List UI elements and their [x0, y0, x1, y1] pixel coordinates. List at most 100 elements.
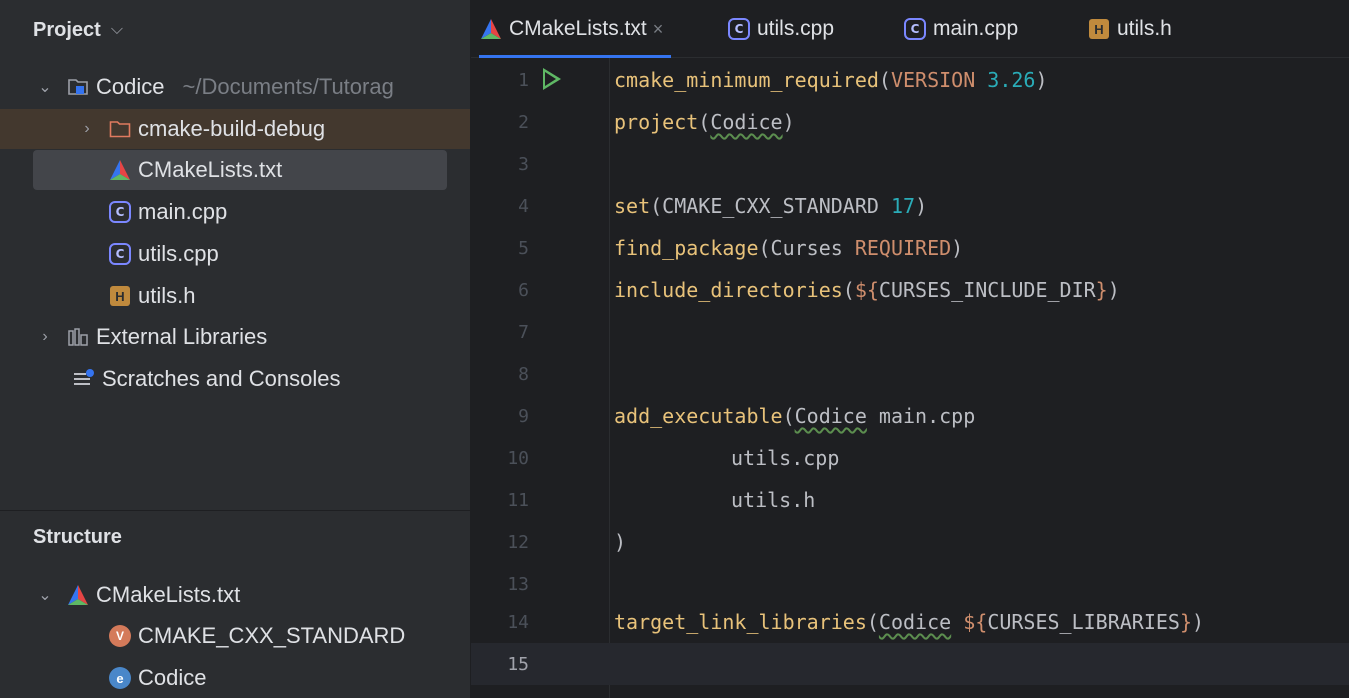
code-line[interactable]: 5 find_package(Curses REQUIRED): [471, 227, 1349, 269]
header-file-icon: H: [108, 284, 132, 308]
structure-item-label: Codice: [138, 665, 207, 690]
cmake-icon: [479, 17, 503, 41]
header-file-icon: H: [1087, 17, 1111, 41]
tab-label: CMakeLists.txt: [509, 17, 647, 40]
line-number: 7: [518, 321, 529, 343]
code-text: add_executable(Codice main.cpp: [614, 404, 976, 428]
tree-item-main-cpp[interactable]: C main.cpp: [0, 192, 470, 232]
tree-item-label: CMakeLists.txt: [138, 157, 283, 182]
line-number: 4: [518, 195, 529, 217]
code-line[interactable]: 13: [471, 563, 1349, 605]
close-icon[interactable]: ×: [653, 19, 664, 40]
tab-utils-h[interactable]: H utils.h: [1087, 0, 1172, 58]
structure-item-cmakelists[interactable]: ⌄ CMakeLists.txt: [0, 575, 470, 615]
code-text: target_link_libraries(Codice ${CURSES_LI…: [614, 610, 1205, 634]
line-number: 2: [518, 111, 529, 133]
variable-icon: V: [108, 624, 132, 648]
tree-item-cmakelists[interactable]: CMakeLists.txt: [0, 150, 470, 190]
chevron-right-icon[interactable]: ›: [78, 120, 96, 138]
code-text: ): [614, 530, 627, 554]
folder-icon: [108, 117, 132, 141]
code-line[interactable]: 11 utils.h: [471, 479, 1349, 521]
code-line[interactable]: 4 set(CMAKE_CXX_STANDARD 17): [471, 185, 1349, 227]
code-text: cmake_minimum_required(VERSION 3.26): [614, 68, 1048, 92]
code-line[interactable]: 3: [471, 143, 1349, 185]
code-line-current[interactable]: 15: [471, 643, 1349, 685]
code-line[interactable]: 8: [471, 353, 1349, 395]
code-line[interactable]: 6 include_directories(${CURSES_INCLUDE_D…: [471, 269, 1349, 311]
line-number: 8: [518, 363, 529, 385]
project-panel-title: Project: [33, 18, 101, 41]
project-tool-window: Project ⌵ ⌄ Codice ~/Documents/Tutorag ›…: [0, 0, 471, 698]
line-number: 13: [507, 573, 529, 595]
cmake-icon: [108, 158, 132, 182]
structure-panel-title: Structure: [33, 525, 122, 548]
scratches-icon: [72, 367, 96, 391]
tree-item-codice[interactable]: ⌄ Codice ~/Documents/Tutorag: [0, 67, 470, 107]
line-number: 10: [507, 447, 529, 469]
line-number: 15: [507, 653, 529, 675]
tree-item-label: cmake-build-debug: [138, 116, 326, 141]
line-number: 3: [518, 153, 529, 175]
library-icon: [66, 325, 90, 349]
editor-tabs: CMakeLists.txt × C utils.cpp C main.cpp …: [471, 0, 1349, 58]
tree-item-label: utils.h: [138, 283, 196, 308]
tree-item-label: Codice: [96, 74, 165, 99]
project-path: ~/Documents/Tutorag: [182, 74, 394, 99]
tab-label: main.cpp: [933, 17, 1019, 40]
line-number: 6: [518, 279, 529, 301]
tab-utils-cpp[interactable]: C utils.cpp: [727, 0, 834, 58]
project-panel-header[interactable]: Project ⌵: [33, 15, 123, 45]
code-text: include_directories(${CURSES_INCLUDE_DIR…: [614, 278, 1120, 302]
code-editor: CMakeLists.txt × C utils.cpp C main.cpp …: [471, 0, 1349, 698]
line-number: 5: [518, 237, 529, 259]
line-number: 1: [518, 69, 529, 91]
code-line[interactable]: 12 ): [471, 521, 1349, 563]
tab-main-cpp[interactable]: C main.cpp: [903, 0, 1018, 58]
structure-panel-header: Structure: [33, 522, 122, 552]
tree-item-utils-h[interactable]: H utils.h: [0, 276, 470, 316]
structure-item-codice[interactable]: e Codice: [0, 658, 470, 698]
code-line[interactable]: 10 utils.cpp: [471, 437, 1349, 479]
cpp-file-icon: C: [903, 17, 927, 41]
code-text: utils.h: [731, 488, 816, 512]
tab-label: utils.cpp: [757, 17, 835, 40]
line-number: 14: [507, 611, 529, 633]
cmake-icon: [66, 583, 90, 607]
code-line[interactable]: 1 cmake_minimum_required(VERSION 3.26): [471, 59, 1349, 101]
code-line[interactable]: 14 target_link_libraries(Codice ${CURSES…: [471, 601, 1349, 643]
tree-item-cmake-build-debug[interactable]: › cmake-build-debug: [0, 109, 470, 149]
tree-item-scratches[interactable]: Scratches and Consoles: [0, 359, 470, 399]
tab-cmakelists[interactable]: CMakeLists.txt ×: [479, 0, 672, 58]
executable-icon: e: [108, 666, 132, 690]
structure-item-cmake-cxx-standard[interactable]: V CMAKE_CXX_STANDARD: [0, 616, 470, 656]
code-line[interactable]: 2 project(Codice): [471, 101, 1349, 143]
chevron-down-icon[interactable]: ⌄: [36, 77, 54, 97]
tree-item-label: utils.cpp: [138, 241, 219, 266]
code-line[interactable]: 7: [471, 311, 1349, 353]
project-folder-icon: [66, 75, 90, 99]
cpp-file-icon: C: [108, 242, 132, 266]
tree-item-label: main.cpp: [138, 199, 228, 224]
tree-item-external-libraries[interactable]: › External Libraries: [0, 317, 470, 357]
chevron-down-icon[interactable]: ⌵: [111, 21, 123, 39]
cpp-file-icon: C: [108, 200, 132, 224]
cpp-file-icon: C: [727, 17, 751, 41]
tree-item-utils-cpp[interactable]: C utils.cpp: [0, 234, 470, 274]
tree-item-label: External Libraries: [96, 324, 268, 349]
tree-item-label: Scratches and Consoles: [102, 366, 341, 391]
tab-label: utils.h: [1117, 17, 1172, 40]
code-text: utils.cpp: [731, 446, 840, 470]
chevron-down-icon[interactable]: ⌄: [36, 585, 54, 605]
run-icon[interactable]: [543, 68, 561, 90]
structure-item-label: CMAKE_CXX_STANDARD: [138, 623, 406, 648]
panel-divider: [0, 510, 470, 511]
code-text: project(Codice): [614, 110, 795, 134]
line-number: 9: [518, 405, 529, 427]
code-text: find_package(Curses REQUIRED): [614, 236, 964, 260]
line-number: 11: [507, 489, 529, 511]
chevron-right-icon[interactable]: ›: [36, 328, 54, 346]
code-line[interactable]: 9 add_executable(Codice main.cpp: [471, 395, 1349, 437]
line-number: 12: [507, 531, 529, 553]
code-text: set(CMAKE_CXX_STANDARD 17): [614, 194, 928, 218]
